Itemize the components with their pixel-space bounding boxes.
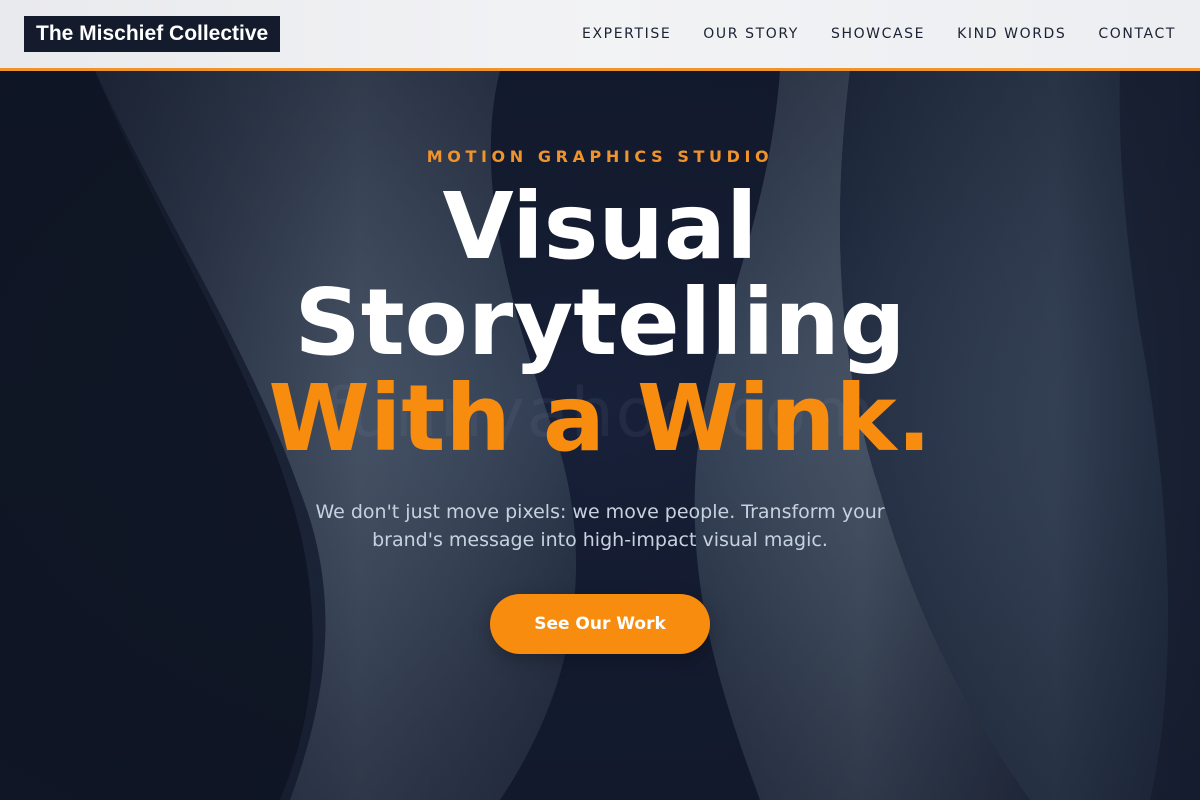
nav-link-expertise[interactable]: EXPERTISE [582, 26, 671, 42]
hero-section: MOTION GRAPHICS STUDIO funnyahoo.com Vis… [0, 71, 1200, 800]
see-our-work-button[interactable]: See Our Work [490, 594, 710, 654]
headline-line-visual: Visual [442, 173, 758, 280]
page: The Mischief Collective EXPERTISE OUR ST… [0, 0, 1200, 800]
hero-content: MOTION GRAPHICS STUDIO funnyahoo.com Vis… [0, 71, 1200, 800]
main-nav: EXPERTISE OUR STORY SHOWCASE KIND WORDS … [582, 0, 1176, 68]
nav-link-our-story[interactable]: OUR STORY [703, 26, 799, 42]
site-header: The Mischief Collective EXPERTISE OUR ST… [0, 0, 1200, 71]
nav-link-contact[interactable]: CONTACT [1098, 26, 1176, 42]
logo[interactable]: The Mischief Collective [24, 16, 281, 52]
hero-subtext: We don't just move pixels: we move peopl… [315, 501, 885, 551]
hero-headline: Visual Storytelling With a Wink. [0, 179, 1200, 467]
headline-line-storytelling: Storytelling [294, 269, 906, 376]
nav-link-showcase[interactable]: SHOWCASE [831, 26, 925, 42]
nav-link-kind-words[interactable]: KIND WORDS [957, 26, 1066, 42]
headline-line-with-a-wink: With a Wink. [268, 365, 932, 472]
hero-eyebrow: MOTION GRAPHICS STUDIO [426, 147, 774, 166]
